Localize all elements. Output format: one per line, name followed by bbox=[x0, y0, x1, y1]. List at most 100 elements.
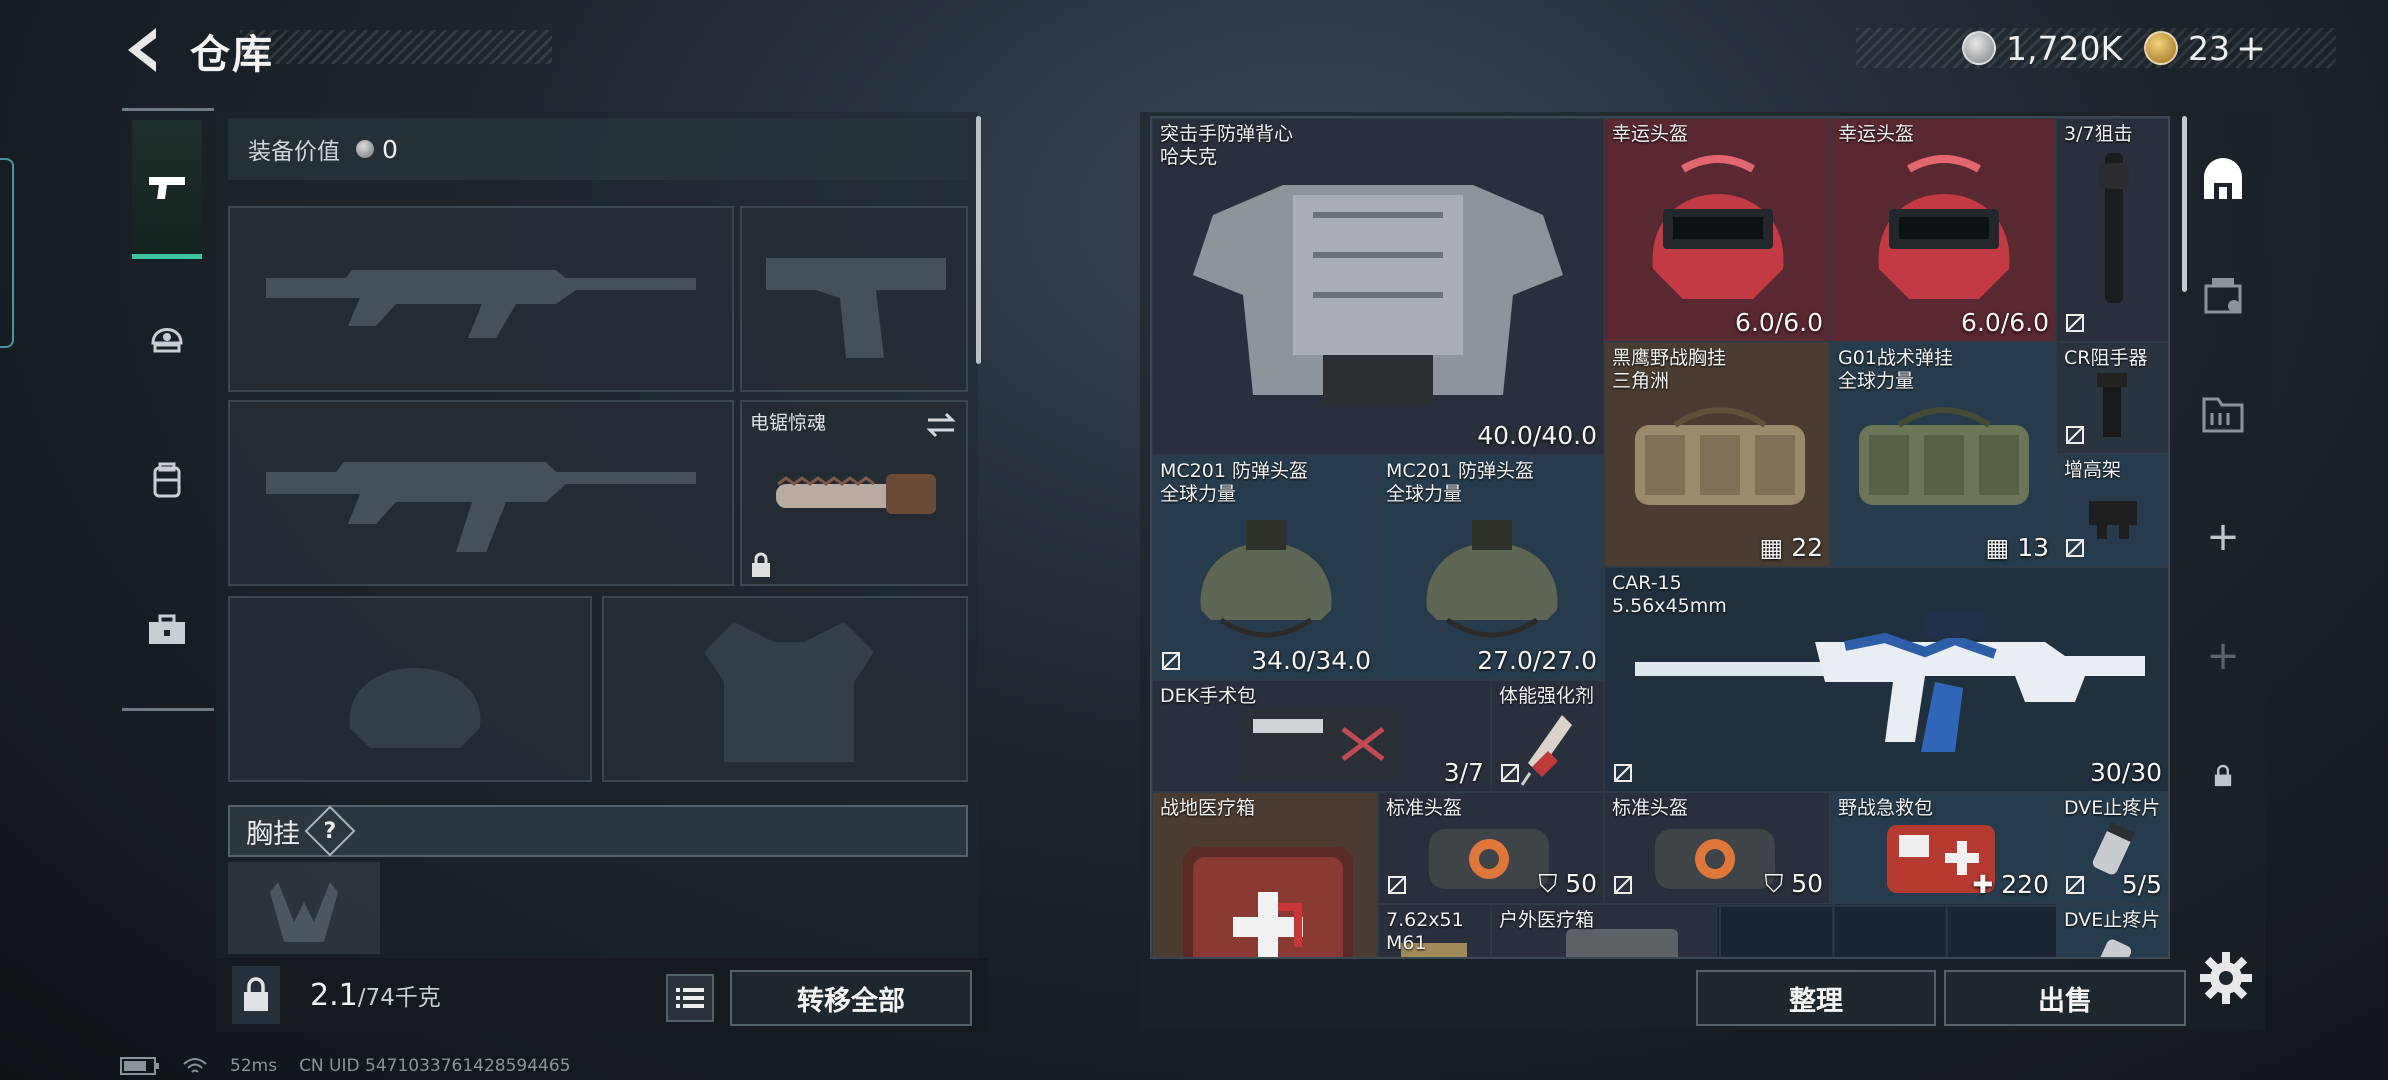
tactical-helmet-icon bbox=[1426, 520, 1558, 638]
weight-lock-button[interactable] bbox=[232, 966, 280, 1024]
weight-current: 2.1 bbox=[310, 978, 358, 1013]
no-insure-icon bbox=[2066, 539, 2084, 557]
help-icon[interactable]: ? bbox=[304, 805, 356, 857]
secondary-weapon-slot[interactable] bbox=[228, 400, 734, 586]
side-drawer-handle[interactable] bbox=[0, 158, 14, 348]
red-helmet-icon bbox=[1878, 155, 2010, 299]
transfer-all-button[interactable]: 转移全部 bbox=[730, 970, 972, 1026]
no-insure-icon bbox=[2066, 876, 2084, 894]
gear-icon[interactable] bbox=[2196, 948, 2256, 1008]
no-insure-icon bbox=[2066, 426, 2084, 444]
tab-storage-3[interactable] bbox=[2184, 374, 2262, 454]
user-uid: CN UID 5471033761428594465 bbox=[299, 1056, 571, 1076]
item-value: ⛉ 50 bbox=[1764, 869, 1823, 898]
storage-item[interactable]: DEK手术包 3/7 bbox=[1152, 680, 1491, 792]
equipment-value-label: 装备价值 bbox=[248, 139, 340, 165]
category-divider-top bbox=[122, 108, 214, 111]
sidearm-slot[interactable] bbox=[740, 206, 968, 392]
storage-item[interactable]: CAR-15 5.56x45mm 30/30 bbox=[1604, 567, 2168, 792]
sell-button[interactable]: 出售 bbox=[1944, 970, 2186, 1026]
storage-item[interactable]: 标准头盔 ⛉ 50 bbox=[1604, 792, 1830, 904]
gold-amount: 23 bbox=[2188, 28, 2230, 68]
grip-icon bbox=[2097, 373, 2127, 437]
plus-icon: + bbox=[2206, 633, 2240, 679]
item-name: 户外医疗箱 bbox=[1499, 909, 1595, 931]
melee-slot[interactable]: 电锯惊魂 bbox=[740, 400, 968, 586]
storage-item[interactable]: 3/7狙击 bbox=[2056, 118, 2168, 342]
page-title: 仓库 bbox=[190, 32, 274, 78]
storage-item[interactable]: DVE止疼片 5/5 bbox=[2056, 792, 2168, 904]
locked-storage-tab[interactable] bbox=[2184, 736, 2262, 816]
plus-icon: + bbox=[2206, 514, 2240, 560]
no-insure-icon bbox=[1162, 652, 1180, 670]
chest-rig-slot[interactable] bbox=[228, 862, 380, 954]
storage-item[interactable]: 战地医疗箱 bbox=[1152, 792, 1378, 957]
add-storage-tab[interactable]: + bbox=[2184, 497, 2262, 577]
gold-add-icon[interactable]: + bbox=[2236, 28, 2266, 69]
item-name: CAR-15 5.56x45mm bbox=[1612, 572, 1727, 617]
primary-weapon-slot[interactable] bbox=[228, 206, 734, 392]
item-name: 幸运头盔 bbox=[1838, 123, 1915, 145]
storage-item[interactable]: 幸运头盔 6.0/6.0 bbox=[1604, 118, 1830, 342]
tab-armor[interactable] bbox=[132, 275, 202, 395]
equipment-value: 0 bbox=[382, 134, 398, 164]
item-name: DVE止疼片 bbox=[2064, 909, 2161, 931]
tab-storage-2[interactable] bbox=[2184, 255, 2262, 335]
storage-item[interactable]: 幸运头盔 6.0/6.0 bbox=[1830, 118, 2056, 342]
sort-button[interactable]: 整理 bbox=[1696, 970, 1936, 1026]
ping: 52ms bbox=[230, 1056, 278, 1076]
no-insure-icon bbox=[1614, 876, 1632, 894]
back-arrow-icon[interactable] bbox=[118, 22, 168, 78]
gold-currency[interactable]: 23 + bbox=[2144, 26, 2266, 70]
folder-icon bbox=[2202, 397, 2244, 433]
category-divider-bottom bbox=[122, 708, 214, 711]
item-name: G01战术弹挂 全球力量 bbox=[1838, 347, 1953, 392]
silver-currency[interactable]: 1,720K bbox=[1962, 26, 2122, 70]
stash-icon bbox=[2204, 278, 2242, 314]
item-name: 幸运头盔 bbox=[1612, 123, 1689, 145]
storage-item[interactable]: DVE止疼片 bbox=[2056, 904, 2168, 957]
item-value: ⛉ 50 bbox=[1538, 869, 1597, 898]
tab-main-storage[interactable] bbox=[2184, 140, 2262, 220]
storage-item[interactable]: 黑鹰野战胸挂 三角洲 ▦ 22 bbox=[1604, 342, 1830, 567]
tactical-helmet-icon bbox=[1200, 520, 1332, 638]
swap-icon[interactable] bbox=[924, 410, 958, 440]
item-name: MC201 防弹头盔 全球力量 bbox=[1160, 460, 1308, 505]
helmet-slot[interactable] bbox=[228, 596, 592, 782]
storage-item[interactable]: 户外医疗箱 bbox=[1491, 904, 1717, 957]
lock-icon bbox=[752, 552, 770, 577]
toolbox-icon bbox=[149, 614, 185, 644]
tab-weapons[interactable] bbox=[132, 120, 202, 259]
riser-icon bbox=[2089, 501, 2137, 539]
storage-item[interactable]: 标准头盔 ⛉ 50 bbox=[1378, 792, 1604, 904]
item-name: 黑鹰野战胸挂 三角洲 bbox=[1612, 347, 1727, 392]
storage-item[interactable]: 体能强化剂 bbox=[1491, 680, 1604, 792]
storage-item[interactable]: 增高架 bbox=[2056, 454, 2168, 567]
rifle-silhouette-icon bbox=[266, 270, 696, 338]
chainsaw-icon bbox=[776, 474, 936, 514]
storage-item[interactable]: G01战术弹挂 全球力量 ▦ 13 bbox=[1830, 342, 2056, 567]
item-name: 增高架 bbox=[2064, 459, 2122, 481]
storage-item[interactable]: 野战急救包 ✚ 220 bbox=[1830, 792, 2056, 904]
vest-silhouette-icon bbox=[704, 622, 874, 762]
tab-medical[interactable] bbox=[132, 570, 202, 690]
storage-item[interactable]: MC201 防弹头盔 全球力量 34.0/34.0 bbox=[1152, 455, 1378, 680]
tab-backpack[interactable] bbox=[132, 420, 202, 540]
storage-item[interactable]: 7.62x51 M61 bbox=[1378, 904, 1491, 957]
list-view-button[interactable] bbox=[666, 974, 714, 1022]
storage-grid: 突击手防弹背心 哈夫克 40.0/40.0 幸运头盔 6.0/6.0 幸运头盔 … bbox=[1150, 116, 2170, 959]
item-name: 标准头盔 bbox=[1612, 797, 1689, 819]
item-uses: 5/5 bbox=[2121, 870, 2162, 899]
rifle-silhouette-icon bbox=[266, 462, 696, 552]
storage-item[interactable]: CR阻手器 bbox=[2056, 342, 2168, 454]
item-name: DEK手术包 bbox=[1160, 685, 1257, 707]
armor-slot[interactable] bbox=[602, 596, 968, 782]
medical-box-icon bbox=[1183, 847, 1353, 957]
storage-item[interactable]: MC201 防弹头盔 全球力量 27.0/27.0 bbox=[1378, 455, 1604, 680]
item-name: CR阻手器 bbox=[2064, 347, 2148, 369]
storage-item[interactable]: 突击手防弹背心 哈夫克 40.0/40.0 bbox=[1152, 118, 1604, 455]
list-icon bbox=[676, 988, 704, 1008]
item-value: ✚ 220 bbox=[1972, 870, 2049, 899]
chest-rig-icon bbox=[1859, 407, 2029, 505]
loadout-scrollbar[interactable] bbox=[976, 116, 981, 364]
